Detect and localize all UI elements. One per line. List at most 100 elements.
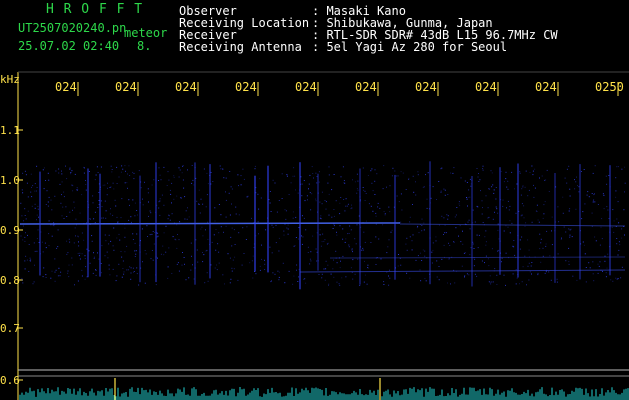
noise-dot [190, 242, 192, 244]
noise-dot [423, 222, 425, 224]
noise-dot [91, 240, 93, 242]
noise-dot [75, 218, 77, 220]
noise-dot [464, 252, 466, 254]
noise-dot [466, 182, 468, 183]
noise-dot [563, 226, 565, 228]
noise-dot [619, 244, 621, 246]
noise-dot [63, 196, 65, 198]
noise-dot [151, 233, 153, 235]
noise-dot [134, 202, 136, 204]
noise-dot [418, 232, 420, 234]
noise-dot [612, 280, 614, 282]
noise-dot [371, 168, 373, 170]
noise-dot [496, 284, 498, 285]
noise-dot [604, 260, 606, 262]
noise-dot [397, 175, 399, 177]
noise-dot [582, 211, 584, 213]
noise-dot [71, 264, 73, 266]
noise-dot [258, 208, 260, 210]
noise-dot [54, 280, 56, 282]
noise-dot [110, 186, 112, 188]
noise-dot [178, 270, 180, 272]
noise-dot [485, 195, 487, 197]
noise-dot [528, 279, 530, 281]
noise-dot [100, 166, 102, 168]
noise-dot [166, 185, 168, 186]
noise-dot [320, 215, 322, 217]
noise-dot [346, 205, 348, 207]
noise-dot [591, 212, 593, 214]
noise-dot [469, 228, 471, 230]
noise-dot [421, 225, 423, 226]
noise-dot [295, 216, 297, 218]
noise-dot [516, 183, 518, 185]
noise-dot [34, 203, 36, 205]
noise-dot [292, 175, 294, 177]
noise-dot [188, 216, 190, 218]
noise-dot [104, 200, 106, 202]
noise-dot [440, 191, 442, 193]
noise-dot [339, 225, 341, 227]
noise-dot [570, 228, 572, 230]
noise-dot [545, 271, 547, 273]
noise-dot [202, 203, 204, 205]
noise-dot [503, 230, 505, 232]
noise-dot [464, 180, 466, 182]
noise-dot [365, 220, 367, 222]
noise-dot [36, 190, 37, 192]
noise-dot [415, 181, 416, 183]
noise-dot [568, 247, 570, 249]
noise-dot [562, 196, 564, 198]
noise-dot [455, 214, 457, 216]
noise-dot [503, 181, 505, 183]
noise-dot [231, 188, 233, 190]
noise-dot [342, 255, 344, 257]
noise-dot [88, 171, 90, 172]
noise-dot [198, 189, 200, 191]
noise-dot [383, 284, 385, 285]
noise-dot [455, 227, 457, 229]
noise-dot [315, 198, 317, 200]
noise-dot [464, 276, 465, 278]
noise-dot [136, 273, 138, 275]
noise-dot [293, 275, 295, 277]
noise-dot [315, 172, 317, 174]
noise-dot [283, 230, 285, 232]
noise-dot [79, 252, 81, 254]
noise-dot [176, 263, 178, 265]
noise-dot [269, 191, 271, 192]
noise-dot [66, 178, 68, 180]
noise-dot [409, 236, 411, 238]
noise-dot [546, 169, 548, 171]
noise-dot [493, 189, 495, 191]
noise-dot [45, 274, 47, 276]
noise-dot [303, 180, 305, 181]
noise-dot [264, 263, 266, 265]
noise-dot [220, 214, 222, 216]
noise-dot [550, 279, 552, 281]
noise-dot [347, 233, 348, 235]
noise-dot [245, 239, 247, 240]
noise-dot [108, 234, 110, 236]
noise-dot [130, 278, 132, 280]
noise-dot [140, 187, 142, 189]
noise-dot [293, 167, 295, 169]
noise-dot [342, 238, 344, 240]
noise-dot [389, 211, 391, 213]
noise-dot [388, 239, 390, 241]
noise-dot [203, 168, 205, 170]
noise-dot [545, 245, 547, 247]
noise-dot [132, 239, 134, 240]
noise-dot [100, 272, 102, 274]
noise-dot [75, 235, 76, 237]
noise-dot [431, 251, 433, 253]
noise-dot [427, 172, 429, 174]
noise-dot [324, 200, 326, 201]
noise-dot [541, 175, 543, 177]
noise-dot [79, 212, 81, 214]
noise-dot [37, 205, 39, 207]
noise-dot [207, 183, 209, 185]
noise-dot [260, 197, 262, 199]
noise-dot [116, 183, 118, 184]
noise-dot [319, 234, 321, 236]
